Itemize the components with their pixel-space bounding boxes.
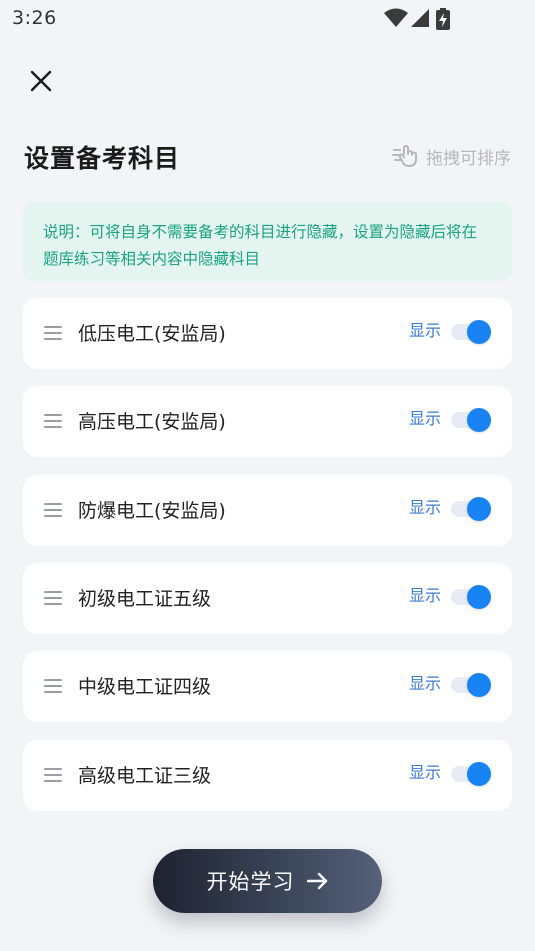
subject-item[interactable]: 高压电工(安监局) 显示 xyxy=(23,386,512,457)
visibility-toggle[interactable] xyxy=(451,585,491,609)
subject-name: 高级电工证三级 xyxy=(78,765,212,787)
visibility-label: 显示 xyxy=(409,586,442,605)
drag-hint-label: 拖拽可排序 xyxy=(426,148,511,169)
visibility-label: 显示 xyxy=(409,321,442,340)
subject-name: 高压电工(安监局) xyxy=(78,411,226,433)
subject-name: 防爆电工(安监局) xyxy=(78,500,226,522)
signal-icon xyxy=(411,9,429,27)
drag-handle-icon[interactable] xyxy=(44,414,62,428)
subject-item[interactable]: 初级电工证五级 显示 xyxy=(23,563,512,634)
toggle-knob xyxy=(467,585,491,609)
subject-item[interactable]: 低压电工(安监局) 显示 xyxy=(23,298,512,369)
wifi-icon xyxy=(384,8,408,27)
toggle-knob xyxy=(467,673,491,697)
toggle-knob xyxy=(467,762,491,786)
drag-hint: 拖拽可排序 xyxy=(392,144,511,169)
close-icon xyxy=(30,70,52,92)
close-button[interactable] xyxy=(24,64,58,98)
visibility-label: 显示 xyxy=(409,674,442,693)
notice-banner: 说明：可将自身不需要备考的科目进行隐藏，设置为隐藏后将在题库练习等相关内容中隐藏… xyxy=(23,202,512,281)
visibility-toggle[interactable] xyxy=(451,408,491,432)
status-bar: 3:26 xyxy=(0,0,535,36)
battery-charging-icon xyxy=(436,8,450,30)
subject-name: 初级电工证五级 xyxy=(78,588,212,610)
toggle-knob xyxy=(467,497,491,521)
visibility-label: 显示 xyxy=(409,409,442,428)
toggle-knob xyxy=(467,408,491,432)
visibility-toggle[interactable] xyxy=(451,762,491,786)
drag-handle-icon[interactable] xyxy=(44,679,62,693)
visibility-label: 显示 xyxy=(409,763,442,782)
subject-name: 低压电工(安监局) xyxy=(78,323,226,345)
subject-name: 中级电工证四级 xyxy=(78,676,212,698)
drag-handle-icon[interactable] xyxy=(44,591,62,605)
subject-item[interactable]: 防爆电工(安监局) 显示 xyxy=(23,475,512,546)
arrow-right-icon xyxy=(306,872,327,890)
start-study-label: 开始学习 xyxy=(206,870,295,894)
start-study-button[interactable]: 开始学习 xyxy=(153,849,382,913)
visibility-toggle[interactable] xyxy=(451,320,491,344)
drag-handle-icon[interactable] xyxy=(44,768,62,782)
status-time: 3:26 xyxy=(12,7,57,29)
drag-handle-icon[interactable] xyxy=(44,503,62,517)
drag-hand-icon xyxy=(392,145,417,167)
drag-handle-icon[interactable] xyxy=(44,326,62,340)
visibility-toggle[interactable] xyxy=(451,673,491,697)
visibility-label: 显示 xyxy=(409,498,442,517)
toggle-knob xyxy=(467,320,491,344)
visibility-toggle[interactable] xyxy=(451,497,491,521)
subject-item[interactable]: 中级电工证四级 显示 xyxy=(23,651,512,722)
subject-item[interactable]: 高级电工证三级 显示 xyxy=(23,740,512,811)
page-title: 设置备考科目 xyxy=(24,144,181,173)
